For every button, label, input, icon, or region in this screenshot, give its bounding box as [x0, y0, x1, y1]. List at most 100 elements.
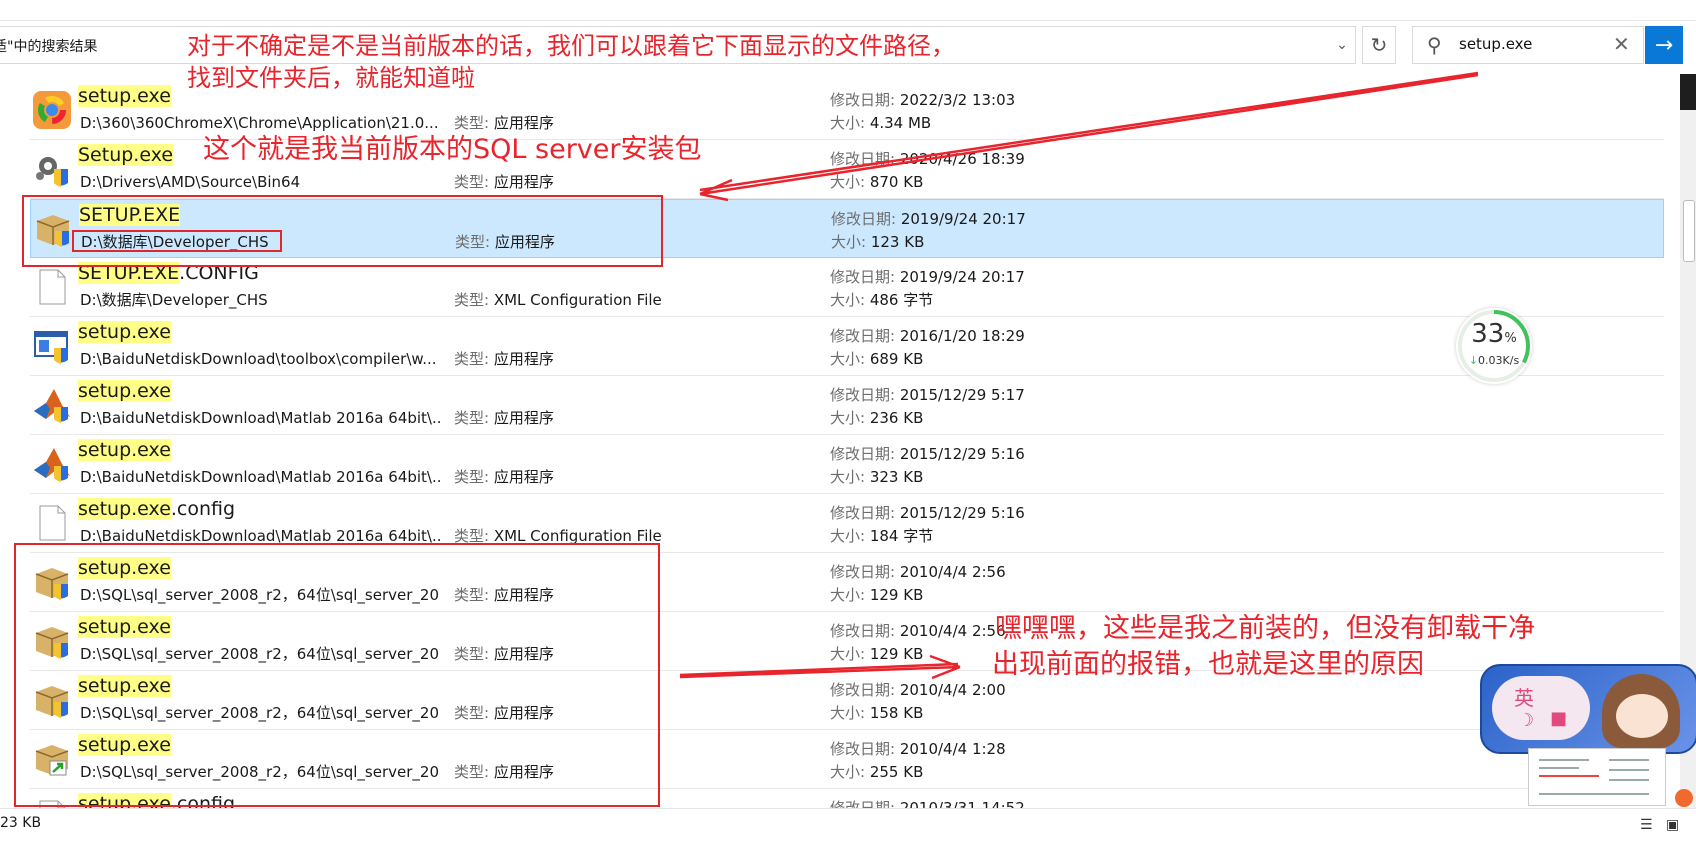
refresh-icon: ↻	[1370, 33, 1388, 57]
file-type-value: 应用程序	[493, 468, 554, 486]
pet-face	[1616, 694, 1668, 738]
file-modified-value: 2010/4/4 2:00	[899, 681, 1006, 699]
file-row[interactable]: setup.exe D:\BaiduNetdiskDownload\toolbox…	[30, 317, 1664, 376]
file-modified-value: 2010/4/4 2:56	[899, 563, 1006, 581]
size-label: 大小:	[830, 291, 870, 309]
file-size: 大小: 486 字节	[830, 290, 933, 310]
file-modified-value: 2015/12/29 5:16	[899, 504, 1025, 522]
file-size-value: 486 字节	[869, 291, 934, 309]
size-label: 大小:	[830, 409, 870, 427]
size-label: 大小:	[831, 233, 871, 251]
file-modified-value: 2010/3/31 14:52	[899, 799, 1025, 808]
arrow-right-icon: →	[1654, 32, 1674, 58]
moon-icon: ☽	[1518, 710, 1535, 731]
file-size: 大小: 689 KB	[830, 349, 923, 369]
search-go-button[interactable]: →	[1645, 26, 1683, 64]
network-speed-widget[interactable]: 33% ↓0.03K/s	[1456, 308, 1532, 384]
file-name: setup.exe.config	[78, 497, 235, 521]
size-label: 大小:	[830, 114, 870, 132]
file-modified-value: 2019/9/24 20:17	[900, 210, 1026, 228]
file-size-value: 129 KB	[869, 586, 924, 604]
modified-label: 修改日期:	[831, 210, 901, 228]
modified-label: 修改日期:	[830, 445, 900, 463]
refresh-button[interactable]: ↻	[1362, 26, 1396, 64]
file-name-match: Setup.exe	[78, 144, 174, 166]
annotation-current: 这个就是我当前版本的SQL server安装包	[203, 134, 702, 165]
modified-label: 修改日期:	[830, 681, 900, 699]
modified-label: 修改日期:	[830, 504, 900, 522]
scroll-thumb[interactable]	[1683, 200, 1695, 262]
speed-rate: ↓0.03K/s	[1468, 354, 1520, 367]
status-selected-size: 23 KB	[0, 815, 42, 831]
file-type: 类型: 应用程序	[454, 113, 554, 133]
file-size: 大小: 129 KB	[830, 585, 923, 605]
search-input[interactable]	[1459, 35, 1599, 53]
matlab-icon	[32, 385, 72, 425]
modified-label: 修改日期:	[830, 386, 900, 404]
file-modified-value: 2020/4/26 18:39	[899, 150, 1025, 168]
document-icon	[32, 267, 72, 307]
annotation-bottom-line2: 出现前面的报错，也就是这里的原因	[992, 649, 1424, 680]
size-label: 大小:	[830, 586, 870, 604]
clear-search-button[interactable]: ✕	[1613, 32, 1630, 56]
file-type: 类型: 应用程序	[454, 467, 554, 487]
file-modified: 修改日期: 2015/12/29 5:16	[830, 444, 1025, 464]
size-label: 大小:	[830, 645, 870, 663]
modified-label: 修改日期:	[830, 327, 900, 345]
file-type-value: 应用程序	[493, 173, 554, 191]
file-size-value: 123 KB	[870, 233, 925, 251]
modified-label: 修改日期:	[830, 268, 900, 286]
file-path: D:\数据库\Developer_CHS	[80, 291, 268, 309]
app-tray-icon[interactable]	[1675, 789, 1693, 807]
size-label: 大小:	[830, 350, 870, 368]
file-name-rest: .config	[170, 498, 236, 520]
file-modified: 修改日期: 2019/9/24 20:17	[830, 267, 1025, 287]
file-type: 类型: XML Configuration File	[454, 290, 662, 310]
matlab-icon	[32, 444, 72, 484]
file-modified: 修改日期: 2010/4/4 2:56	[830, 562, 1006, 582]
file-modified-value: 2010/4/4 2:56	[899, 622, 1006, 640]
file-modified-value: 2022/3/2 13:03	[899, 91, 1016, 109]
shirt-icon: ■	[1550, 708, 1568, 729]
file-name-match: setup.exe	[78, 85, 171, 107]
details-view-icon[interactable]: ☰	[1640, 817, 1658, 833]
file-modified-value: 2016/1/20 18:29	[899, 327, 1025, 345]
360-chrome-icon	[32, 90, 72, 130]
breadcrumb[interactable]: 适"中的搜索结果	[0, 36, 97, 56]
file-name-match: setup.exe	[78, 439, 171, 461]
file-size-value: 129 KB	[869, 645, 924, 663]
file-modified: 修改日期: 2010/3/31 14:52	[830, 798, 1025, 808]
status-bar: 23 KB ☰ ▣	[0, 808, 1696, 842]
file-size: 大小: 255 KB	[830, 762, 923, 782]
address-dropdown-button[interactable]: ⌄	[1329, 30, 1355, 60]
file-name: setup.exe	[78, 84, 171, 108]
file-size-value: 689 KB	[869, 350, 924, 368]
file-name: setup.exe	[78, 320, 171, 344]
file-modified: 修改日期: 2015/12/29 5:17	[830, 385, 1025, 405]
search-box[interactable]: ⚲ ✕	[1412, 26, 1644, 64]
modified-label: 修改日期:	[830, 799, 900, 808]
file-modified: 修改日期: 2010/4/4 1:28	[830, 739, 1006, 759]
file-row[interactable]: setup.exe D:\BaiduNetdiskDownload\Matlab …	[30, 376, 1664, 435]
file-modified: 修改日期: 2015/12/29 5:16	[830, 503, 1025, 523]
file-size-value: 4.34 MB	[869, 114, 932, 132]
file-size-value: 323 KB	[869, 468, 924, 486]
file-row[interactable]: setup.exe D:\BaiduNetdiskDownload\Matlab …	[30, 435, 1664, 494]
file-size-value: 236 KB	[869, 409, 924, 427]
file-size: 大小: 129 KB	[830, 644, 923, 664]
file-type: 类型: 应用程序	[454, 349, 554, 369]
window-shield-icon	[32, 326, 72, 366]
file-modified-value: 2019/9/24 20:17	[899, 268, 1025, 286]
desktop-pet-widget[interactable]: 英 ☽ ■	[1480, 664, 1696, 754]
modified-label: 修改日期:	[830, 150, 900, 168]
file-size: 大小: 184 字节	[830, 526, 933, 546]
type-label: 类型:	[454, 291, 494, 309]
breadcrumb-text: "中的搜索结果	[7, 39, 98, 55]
size-label: 大小:	[830, 704, 870, 722]
tiles-view-icon[interactable]: ▣	[1666, 817, 1684, 833]
annotation-box-path	[72, 230, 282, 252]
scroll-up-button[interactable]	[1680, 74, 1696, 110]
size-label: 大小:	[830, 527, 870, 545]
pet-bubble-char: 英	[1514, 686, 1534, 710]
file-path: D:\BaiduNetdiskDownload\Matlab 2016a 64b…	[80, 409, 440, 427]
